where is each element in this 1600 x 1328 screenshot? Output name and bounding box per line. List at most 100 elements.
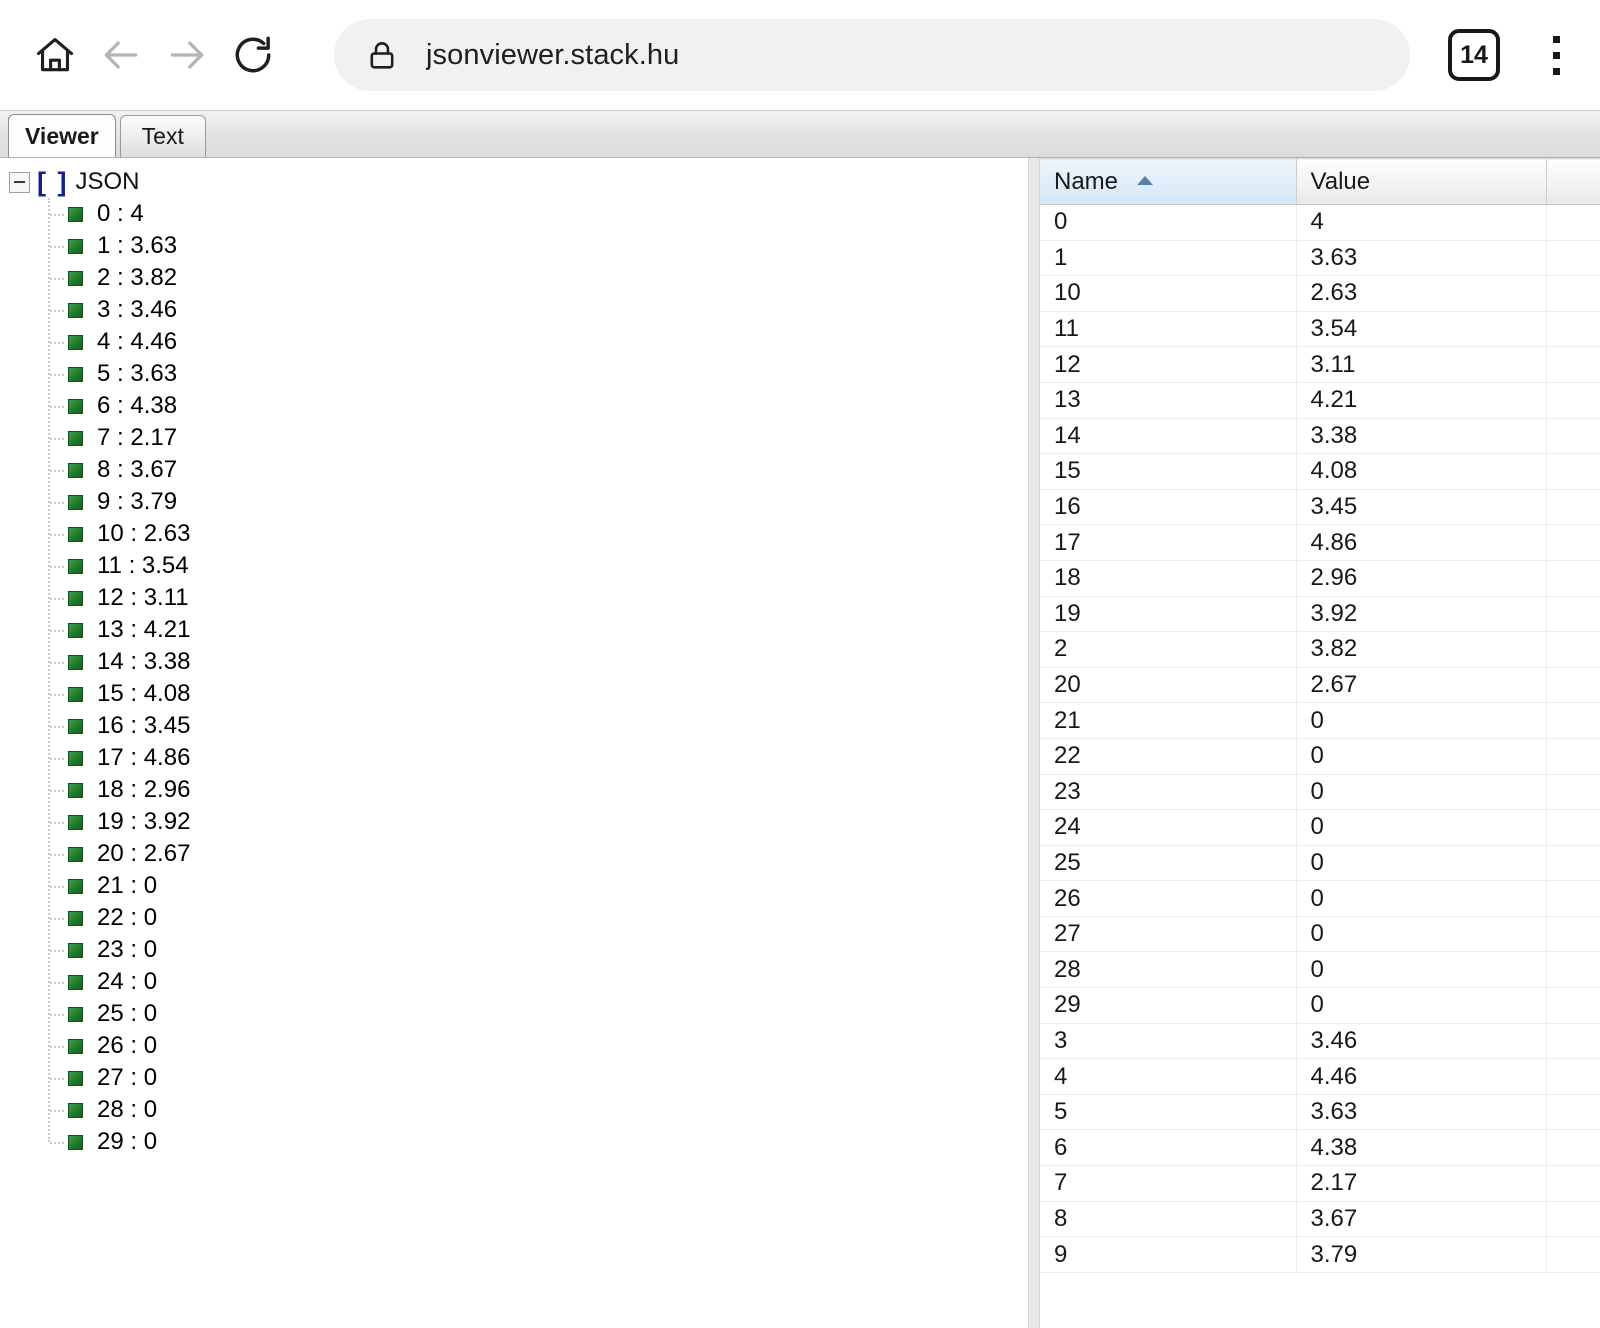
table-body: 0 4 1 3.63 10 2.63 11 3.54 12 3.11 13 4.21 14 3.38 15 4… <box>1040 204 1600 1273</box>
tree-item[interactable]: 9 : 3.79 <box>0 486 1028 518</box>
cell-name: 11 <box>1040 311 1297 348</box>
leaf-value-icon <box>68 750 83 766</box>
table-row[interactable]: 3 3.46 <box>1040 1023 1600 1060</box>
table-row[interactable]: 6 4.38 <box>1040 1129 1600 1167</box>
table-row[interactable]: 10 2.63 <box>1040 275 1600 312</box>
table-row[interactable]: 12 3.11 <box>1040 346 1600 383</box>
table-row[interactable]: 29 0 <box>1040 987 1600 1024</box>
table-row[interactable]: 28 0 <box>1040 951 1600 989</box>
tree-item[interactable]: 5 : 3.63 <box>0 358 1028 390</box>
table-row[interactable]: 19 3.92 <box>1040 596 1600 633</box>
tree-item[interactable]: 3 : 3.46 <box>0 294 1028 326</box>
tree-item[interactable]: 19 : 3.92 <box>0 806 1028 838</box>
column-header-extra[interactable] <box>1546 158 1600 205</box>
tree-item[interactable]: 23 : 0 <box>0 934 1028 966</box>
table-row[interactable]: 24 0 <box>1040 809 1600 846</box>
table-row[interactable]: 14 3.38 <box>1040 418 1600 455</box>
table-row[interactable]: 11 3.54 <box>1040 311 1600 348</box>
url-text[interactable]: jsonviewer.stack.hu <box>426 39 679 72</box>
tree-root-node[interactable]: [ ] JSON <box>0 166 1028 198</box>
browser-menu-button[interactable] <box>1534 27 1578 83</box>
tree-item[interactable]: 28 : 0 <box>0 1094 1028 1126</box>
table-row[interactable]: 27 0 <box>1040 916 1600 953</box>
cell-extra <box>1546 560 1600 597</box>
table-row[interactable]: 18 2.96 <box>1040 560 1600 597</box>
home-button[interactable] <box>22 22 88 88</box>
table-row[interactable]: 7 2.17 <box>1040 1165 1600 1202</box>
table-row[interactable]: 15 4.08 <box>1040 453 1600 490</box>
tree-item-label: 12 : 3.11 <box>97 584 189 611</box>
tab-counter-button[interactable]: 14 <box>1448 29 1500 81</box>
json-table-panel[interactable]: Name Value 0 4 1 3.63 10 2.63 11 3.54 12 3.11 13 4.… <box>1040 158 1600 1328</box>
table-row[interactable]: 9 3.79 <box>1040 1236 1600 1273</box>
cell-extra <box>1546 916 1600 953</box>
collapse-expander-icon[interactable] <box>9 171 30 193</box>
cell-value: 4 <box>1296 204 1547 241</box>
tree-item[interactable]: 27 : 0 <box>0 1062 1028 1094</box>
tree-item[interactable]: 13 : 4.21 <box>0 614 1028 646</box>
tree-item[interactable]: 25 : 0 <box>0 998 1028 1030</box>
table-row[interactable]: 21 0 <box>1040 702 1600 739</box>
table-row[interactable]: 2 3.82 <box>1040 631 1600 668</box>
json-tree-panel[interactable]: [ ] JSON 0 : 4 1 : 3.63 2 : 3.82 3 : 3.46 4 … <box>0 158 1028 1328</box>
tab-viewer[interactable]: Viewer <box>8 114 116 157</box>
tree-item-label: 26 : 0 <box>97 1032 158 1059</box>
reload-button[interactable] <box>220 22 286 88</box>
table-row[interactable]: 8 3.67 <box>1040 1201 1600 1238</box>
tree-item[interactable]: 24 : 0 <box>0 966 1028 998</box>
tree-item[interactable]: 22 : 0 <box>0 902 1028 934</box>
tree-item[interactable]: 11 : 3.54 <box>0 550 1028 582</box>
table-row[interactable]: 22 0 <box>1040 738 1600 775</box>
forward-button[interactable] <box>154 22 220 88</box>
tree-item[interactable]: 7 : 2.17 <box>0 422 1028 454</box>
tree-item-label: 11 : 3.54 <box>97 552 189 579</box>
cell-extra <box>1546 204 1600 241</box>
tree-item[interactable]: 15 : 4.08 <box>0 678 1028 710</box>
table-row[interactable]: 5 3.63 <box>1040 1094 1600 1131</box>
leaf-value-icon <box>68 654 83 670</box>
table-row[interactable]: 1 3.63 <box>1040 240 1600 277</box>
leaf-value-icon <box>68 878 83 894</box>
tree-item[interactable]: 2 : 3.82 <box>0 262 1028 294</box>
cell-value: 3.63 <box>1296 240 1547 277</box>
panel-splitter[interactable] <box>1028 158 1040 1328</box>
tree-item[interactable]: 6 : 4.38 <box>0 390 1028 422</box>
tree-item[interactable]: 29 : 0 <box>0 1126 1028 1158</box>
tab-text[interactable]: Text <box>119 115 206 157</box>
json-data-table: Name Value 0 4 1 3.63 10 2.63 11 3.54 12 3.11 13 4.… <box>1040 158 1600 1273</box>
tree-item[interactable]: 16 : 3.45 <box>0 710 1028 742</box>
table-row[interactable]: 4 4.46 <box>1040 1058 1600 1095</box>
tree-item[interactable]: 1 : 3.63 <box>0 230 1028 262</box>
tree-item[interactable]: 26 : 0 <box>0 1030 1028 1062</box>
cell-name: 24 <box>1040 809 1297 846</box>
tree-item[interactable]: 20 : 2.67 <box>0 838 1028 870</box>
leaf-value-icon <box>68 526 83 542</box>
table-row[interactable]: 16 3.45 <box>1040 489 1600 526</box>
tree-item[interactable]: 4 : 4.46 <box>0 326 1028 358</box>
tree-item[interactable]: 21 : 0 <box>0 870 1028 902</box>
address-bar[interactable]: jsonviewer.stack.hu <box>334 19 1410 91</box>
column-header-name[interactable]: Name <box>1040 158 1297 205</box>
table-row[interactable]: 20 2.67 <box>1040 667 1600 704</box>
tree-item[interactable]: 18 : 2.96 <box>0 774 1028 806</box>
cell-extra <box>1546 489 1600 526</box>
back-button[interactable] <box>88 22 154 88</box>
tree-item[interactable]: 8 : 3.67 <box>0 454 1028 486</box>
tree-item[interactable]: 17 : 4.86 <box>0 742 1028 774</box>
tree-item[interactable]: 12 : 3.11 <box>0 582 1028 614</box>
tree-item-label: 8 : 3.67 <box>97 456 178 483</box>
tree-item[interactable]: 0 : 4 <box>0 198 1028 230</box>
table-row[interactable]: 26 0 <box>1040 880 1600 917</box>
table-row[interactable]: 13 4.21 <box>1040 382 1600 419</box>
cell-name: 2 <box>1040 631 1297 668</box>
tree-item-label: 3 : 3.46 <box>97 296 178 323</box>
tree-item[interactable]: 10 : 2.63 <box>0 518 1028 550</box>
tree-item[interactable]: 14 : 3.38 <box>0 646 1028 678</box>
leaf-value-icon <box>68 270 83 286</box>
table-row[interactable]: 25 0 <box>1040 845 1600 882</box>
column-header-value[interactable]: Value <box>1296 158 1547 205</box>
table-row[interactable]: 23 0 <box>1040 774 1600 811</box>
table-row[interactable]: 17 4.86 <box>1040 524 1600 561</box>
table-row[interactable]: 04 <box>1040 204 1600 241</box>
cell-name: 14 <box>1040 418 1297 455</box>
